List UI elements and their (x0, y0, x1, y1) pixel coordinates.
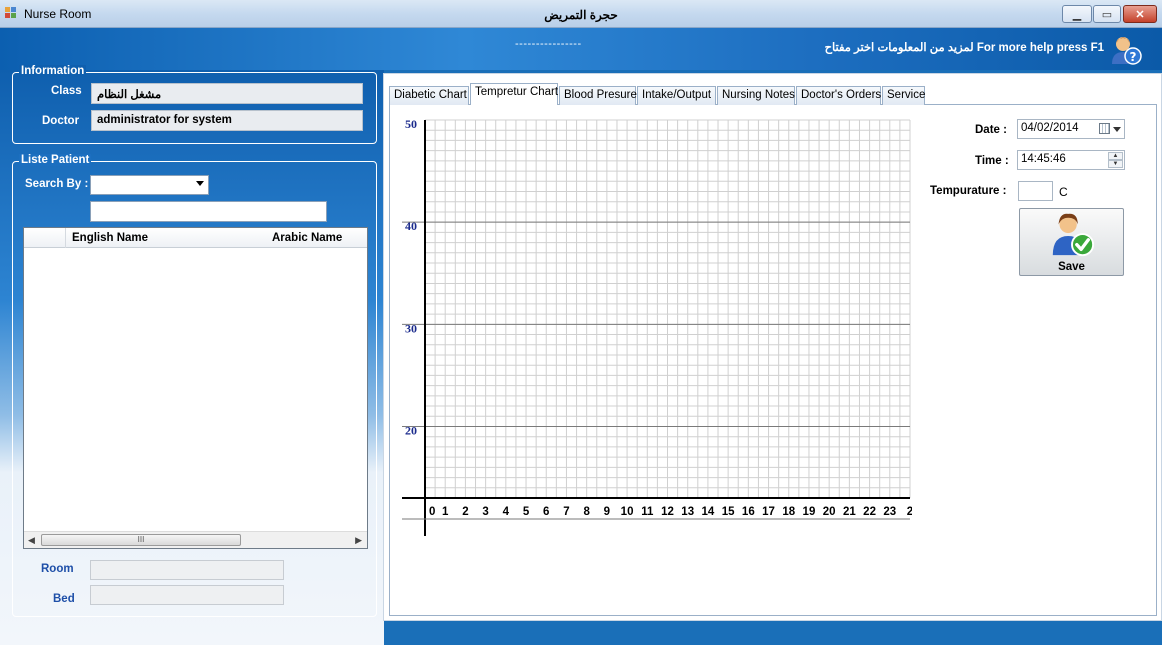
y-tick-label: 50 (405, 117, 417, 131)
tab-blood-presure[interactable]: Blood Presure (559, 86, 637, 105)
column-arabic-name[interactable]: Arabic Name (272, 232, 342, 244)
search-by-dropdown[interactable] (90, 175, 209, 195)
x-tick-label: 6 (543, 506, 549, 518)
tab-intake-output[interactable]: Intake/Output (637, 86, 716, 105)
patient-grid[interactable]: English Name Arabic Name ◀ III ▶ (23, 227, 368, 549)
x-tick-label: 17 (762, 506, 775, 518)
date-label: Date : (975, 124, 1007, 136)
x-tick-label: 1 (442, 506, 449, 518)
header-dashes: ---------------- (515, 38, 582, 50)
x-tick-label: 10 (621, 506, 634, 518)
temperature-unit: C (1059, 185, 1068, 199)
help-user-icon[interactable]: ? (1110, 34, 1142, 66)
scroll-thumb[interactable]: III (41, 534, 241, 546)
horizontal-scrollbar[interactable]: ◀ III ▶ (24, 531, 367, 548)
x-tick-label: 13 (681, 506, 694, 518)
temperature-label: Tempurature : (930, 185, 1007, 197)
column-english-name[interactable]: English Name (72, 232, 148, 244)
maximize-button[interactable]: ▭ (1093, 5, 1121, 23)
date-value: 04/02/2014 (1021, 122, 1079, 134)
grid-header: English Name Arabic Name (24, 228, 367, 248)
search-by-label: Search By : (25, 178, 89, 190)
x-tick-label: 21 (843, 506, 856, 518)
y-tick-label: 40 (405, 219, 417, 233)
x-tick-label: 9 (604, 506, 610, 518)
class-label: Class (51, 85, 82, 97)
x-tick-label: 23 (883, 506, 896, 518)
room-field (90, 560, 284, 580)
x-tick-label: 2 (907, 506, 912, 518)
minimize-button[interactable]: ▁ (1062, 5, 1092, 23)
y-tick-label: 30 (405, 321, 417, 335)
date-picker[interactable]: 04/02/2014 (1017, 119, 1125, 139)
header-band: ---------------- لمزيد من المعلومات اختر… (0, 28, 1162, 70)
x-tick-label: 0 (429, 506, 435, 518)
tab-diabetic-chart[interactable]: Diabetic Chart (389, 86, 469, 105)
time-value: 14:45:46 (1021, 153, 1066, 165)
chevron-down-icon (1113, 127, 1121, 132)
room-label: Room (41, 563, 74, 575)
x-tick-label: 18 (782, 506, 795, 518)
help-text: لمزيد من المعلومات اختر مفتاح For more h… (824, 42, 1104, 54)
save-button[interactable]: Save (1019, 208, 1124, 276)
class-field: مشغل النظام (91, 83, 363, 104)
title-bar: Nurse Room حجرة التمريض ▁ ▭ ✕ (0, 0, 1162, 28)
tab-doctors-orders[interactable]: Doctor's Orders (796, 86, 881, 105)
information-title: Information (19, 65, 87, 77)
temperature-chart: 504030200 1 2 3 4 5 6 7 8 9 10 11 12 13 14 15 16 17 18 19 20… (402, 117, 912, 536)
x-tick-label: 19 (803, 506, 816, 518)
x-tick-label: 12 (661, 506, 674, 518)
x-tick-label: 2 (462, 506, 468, 518)
chevron-down-icon (196, 181, 204, 186)
temperature-input[interactable] (1018, 181, 1053, 201)
x-tick-label: 15 (722, 506, 735, 518)
bed-label: Bed (53, 593, 75, 605)
minimize-icon: ▁ (1072, 8, 1082, 21)
close-button[interactable]: ✕ (1123, 5, 1157, 23)
spin-down-icon[interactable]: ▼ (1108, 160, 1123, 168)
save-label: Save (1058, 261, 1085, 273)
tab-tempretur-chart[interactable]: Tempretur Chart (470, 83, 558, 105)
grid-row-header (24, 228, 66, 248)
x-tick-label: 11 (641, 506, 654, 518)
window-title-arabic: حجرة التمريض (544, 8, 618, 22)
x-tick-label: 4 (503, 506, 510, 518)
scroll-left-icon[interactable]: ◀ (28, 535, 35, 546)
search-input[interactable] (90, 201, 327, 222)
x-tick-label: 8 (583, 506, 590, 518)
x-tick-label: 20 (823, 506, 836, 518)
calendar-icon (1099, 123, 1110, 134)
bed-field (90, 585, 284, 605)
x-tick-label: 16 (742, 506, 755, 518)
x-tick-label: 3 (482, 506, 488, 518)
doctor-label: Doctor (42, 115, 80, 127)
x-tick-label: 5 (523, 506, 530, 518)
scroll-right-icon[interactable]: ▶ (355, 535, 362, 546)
close-icon: ✕ (1135, 8, 1145, 21)
doctor-field: administrator for system (91, 110, 363, 131)
x-tick-label: 7 (563, 506, 569, 518)
patient-list-title: Liste Patient (19, 154, 92, 166)
time-label: Time : (975, 155, 1009, 167)
y-tick-label: 20 (405, 423, 417, 437)
time-picker[interactable]: 14:45:46 ▲ ▼ (1017, 150, 1125, 170)
maximize-icon: ▭ (1101, 8, 1113, 21)
tab-service[interactable]: Service (882, 86, 925, 105)
tab-nursing-notes[interactable]: Nursing Notes (717, 86, 795, 105)
svg-text:?: ? (1130, 50, 1137, 64)
x-tick-label: 22 (863, 506, 876, 518)
spin-up-icon[interactable]: ▲ (1108, 152, 1123, 160)
x-tick-label: 14 (702, 506, 715, 518)
user-check-icon (1052, 213, 1095, 257)
